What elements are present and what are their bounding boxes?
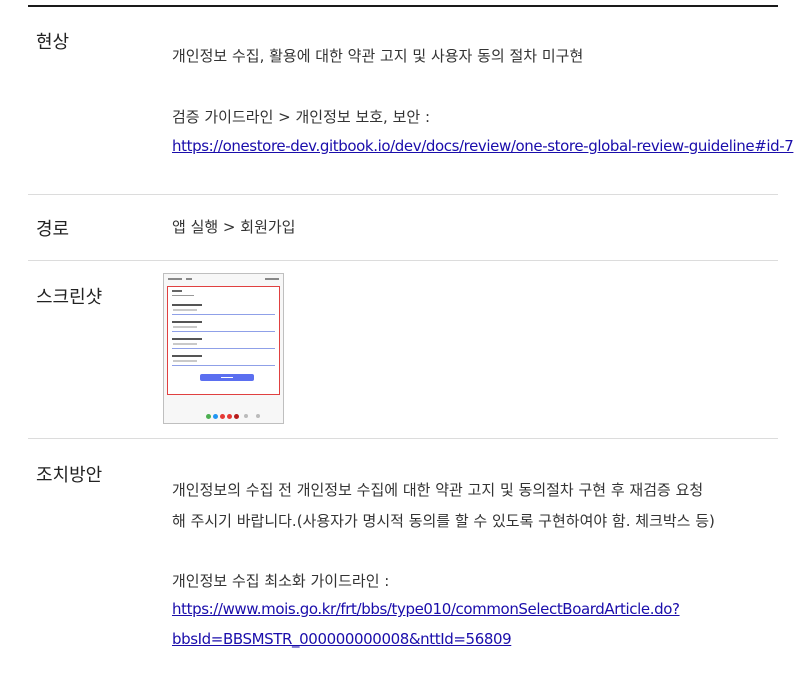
- row-label-action: 조치방안: [36, 465, 103, 486]
- action-guide-label: 개인정보 수집 최소화 가이드라인 :: [172, 572, 390, 590]
- action-guide-link-line1[interactable]: https://www.mois.go.kr/frt/bbs/type010/c…: [172, 600, 680, 618]
- row-divider: [28, 260, 778, 261]
- highlighted-signup-form: [167, 286, 280, 395]
- row-label-phenomenon: 현상: [36, 32, 70, 53]
- phenomenon-description: 개인정보 수집, 활용에 대한 약관 고지 및 사용자 동의 절차 미구현: [172, 47, 584, 65]
- app-screenshot-thumbnail[interactable]: [163, 273, 284, 424]
- action-text-line2: 해 주시기 바랍니다.(사용자가 명시적 동의를 할 수 있도록 구현하여야 함…: [172, 512, 715, 530]
- signup-submit-button: [200, 374, 254, 381]
- phenomenon-guide-label: 검증 가이드라인 > 개인정보 보호, 보안 :: [172, 108, 430, 126]
- path-value: 앱 실행 > 회원가입: [172, 218, 296, 236]
- phenomenon-guide-link[interactable]: https://onestore-dev.gitbook.io/dev/docs…: [172, 137, 794, 155]
- row-divider: [28, 438, 778, 439]
- action-guide-link-line2[interactable]: bbsId=BBSMSTR_000000000008&nttId=56809: [172, 630, 512, 648]
- table-top-rule: [28, 5, 778, 7]
- action-text-line1: 개인정보의 수집 전 개인정보 수집에 대한 약관 고지 및 동의절차 구현 후…: [172, 481, 704, 499]
- phone-nav-bar: [164, 414, 283, 420]
- phone-status-bar: [168, 277, 279, 282]
- row-label-path: 경로: [36, 219, 70, 240]
- row-label-screenshot: 스크린샷: [36, 287, 103, 308]
- row-divider: [28, 194, 778, 195]
